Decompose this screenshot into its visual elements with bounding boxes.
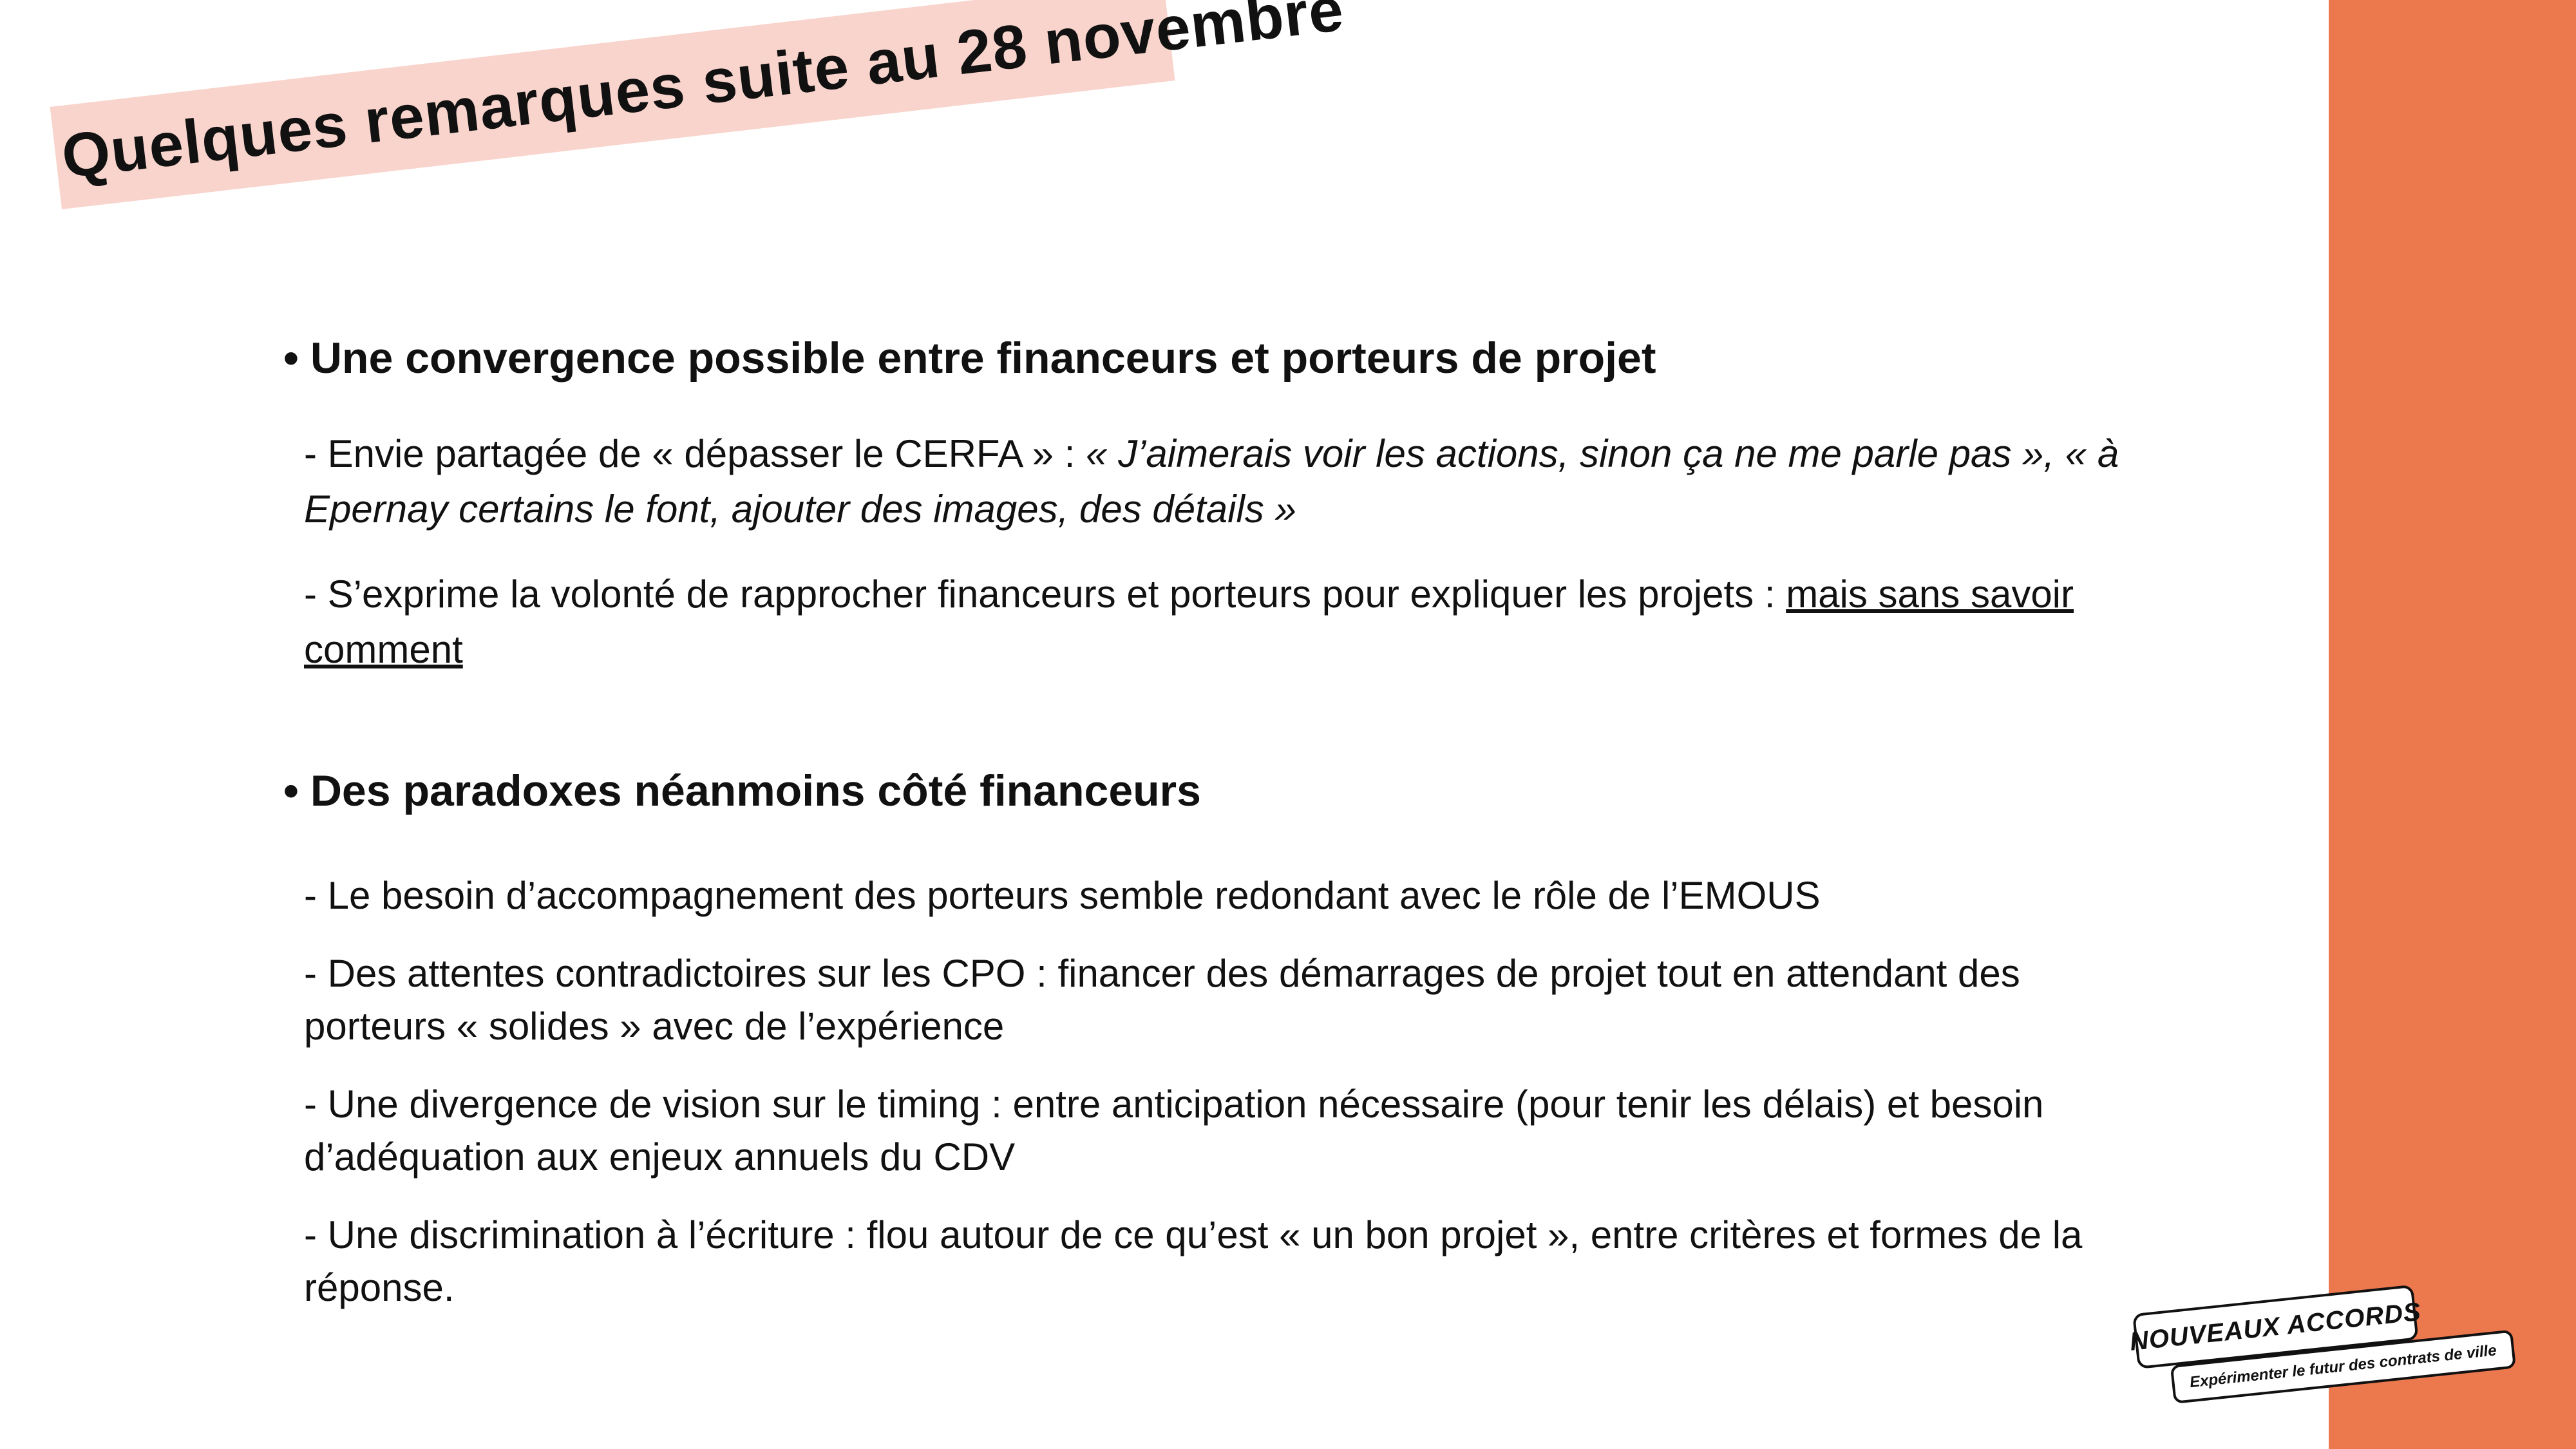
paragraph-item: - Une discrimination à l’écriture : flou… — [304, 1213, 2083, 1309]
paragraph-item: - Une divergence de vision sur le timing… — [304, 1083, 2044, 1179]
nouveaux-accords-logo: NOUVEAUX ACCORDS Expérimenter le futur d… — [2128, 1284, 2524, 1425]
paragraph-text: - S’exprime la volonté de rapprocher fin… — [304, 573, 1786, 616]
paragraph-cerfa: - Envie partagée de « dépasser le CERFA … — [304, 426, 2159, 537]
section-heading-paradoxes: • Des paradoxes néanmoins côté financeurs — [283, 765, 1201, 817]
section-heading-text: Des paradoxes néanmoins côté financeurs — [310, 766, 1201, 815]
section-heading-text: Une convergence possible entre financeur… — [310, 334, 1656, 383]
bullet-icon: • — [283, 334, 299, 383]
paragraph-rapprocher: - S’exprime la volonté de rapprocher fin… — [304, 567, 2159, 677]
bullet-icon: • — [283, 766, 299, 815]
page-title: Quelques remarques suite au 28 novembre — [58, 0, 1347, 192]
section-heading-convergence: • Une convergence possible entre financeu… — [283, 332, 1656, 384]
accent-side-bar — [2329, 0, 2576, 1449]
paragraph-item: - Des attentes contradictoires sur les C… — [304, 952, 2020, 1048]
title-band: Quelques remarques suite au 28 novembre — [50, 0, 1347, 210]
paragraph-item: - Le besoin d’accompagnement des porteur… — [304, 874, 1821, 917]
paragraph-text: - Envie partagée de « dépasser le CERFA … — [304, 432, 1086, 475]
